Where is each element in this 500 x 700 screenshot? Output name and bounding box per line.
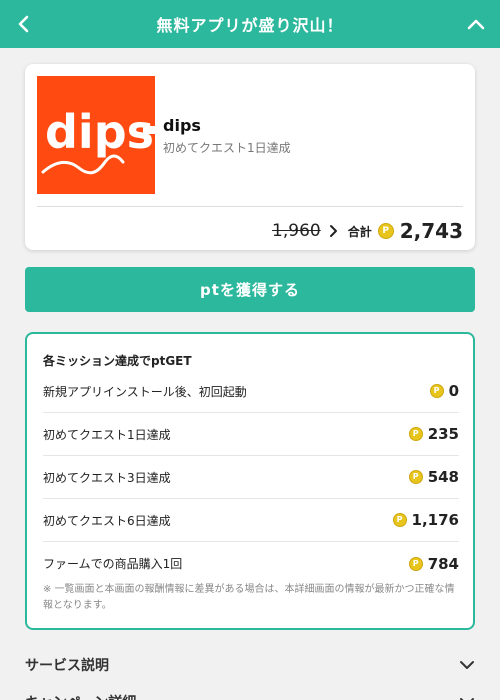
divider [37, 206, 463, 207]
chevron-up-icon [467, 19, 485, 30]
app-name: dips [163, 116, 201, 135]
point-coin-icon: P [408, 556, 423, 571]
point-coin-icon: P [408, 470, 423, 484]
mission-points: 784 [427, 554, 459, 573]
price-row: 1,960 合計 P 2,743 [272, 216, 463, 246]
mission-points: 0 [448, 382, 459, 400]
total-label: 合計 [347, 224, 372, 239]
mission-points: 548 [427, 468, 459, 486]
mission-panel: 各ミッション達成でptGET 新規アプリインストール後、初回起動 P0 初めてク… [25, 332, 475, 630]
mission-row: 初めてクエスト1日達成 P 235 [43, 413, 459, 456]
campaign-details-toggle[interactable]: キャンペーン詳細 [25, 690, 475, 700]
point-coin-icon: P [377, 223, 394, 239]
mission-row: 新規アプリインストール後、初回起動 P0 [43, 370, 459, 413]
mission-label: ファームでの商品購入1回 [43, 557, 183, 571]
point-coin-icon: P [408, 427, 423, 441]
section-label: キャンペーン詳細 [25, 692, 136, 700]
disclaimer-note: ※ 一覧画面と本画面の報酬情報に差異がある場合は、本詳細画面の情報が最新かつ正確… [43, 584, 455, 611]
get-points-button[interactable]: ptを獲得する [25, 267, 475, 312]
chevron-down-icon [460, 661, 474, 669]
mission-points: 235 [427, 425, 459, 443]
section-label: サービス説明 [25, 658, 109, 674]
collapse-button[interactable] [464, 12, 488, 36]
mission-row: 初めてクエスト3日達成 P 548 [43, 456, 459, 499]
point-coin-icon: P [429, 384, 444, 398]
mission-label: 初めてクエスト1日達成 [43, 427, 171, 442]
app-card[interactable]: dips dips 初めてクエスト1日達成 1,960 合計 P 2,743 [25, 64, 475, 250]
mission-label: 初めてクエスト6日達成 [43, 513, 171, 528]
mission-label: 初めてクエスト3日達成 [43, 470, 171, 485]
header-bar: 無料アプリが盛り沢山！ [0, 0, 500, 48]
dips-logo-icon: dips [41, 105, 155, 175]
app-subtitle: 初めてクエスト1日達成 [163, 141, 291, 155]
chevron-right-icon [329, 224, 338, 238]
mission-row: 初めてクエスト6日達成 P 1,176 [43, 499, 459, 542]
mission-row: ファームでの商品購入1回 P 784 [43, 542, 459, 585]
mission-heading: 各ミッション達成でptGET [43, 354, 192, 368]
header-title: 無料アプリが盛り沢山！ [156, 16, 344, 35]
mission-label: 新規アプリインストール後、初回起動 [43, 384, 247, 399]
service-description-toggle[interactable]: サービス説明 [25, 653, 475, 677]
point-coin-icon: P [392, 513, 407, 527]
old-price: 1,960 [272, 221, 321, 241]
svg-text:dips: dips [45, 105, 154, 159]
mission-points: 1,176 [411, 511, 459, 529]
total-points: 2,743 [399, 219, 463, 243]
chevron-left-icon [18, 15, 29, 33]
back-button[interactable] [12, 12, 36, 36]
app-logo: dips [37, 76, 155, 194]
